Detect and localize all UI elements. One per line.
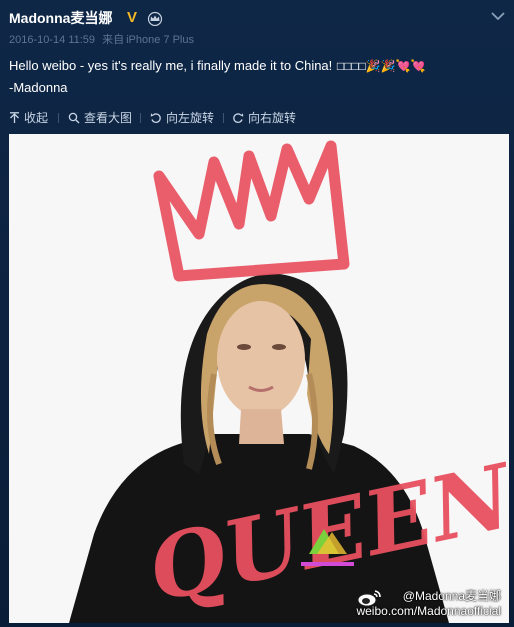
post-text-line1: Hello weibo - yes it's really me, i fina…	[9, 58, 333, 73]
weibo-post: Madonna麦当娜 V 2016-10-14 11:59 来自 iPhone 7…	[0, 0, 514, 627]
watermark-handle: @Madonna麦当娜	[402, 589, 501, 603]
magnifier-icon	[68, 112, 80, 124]
toolbar-divider	[140, 113, 141, 123]
view-large-label: 查看大图	[84, 111, 133, 125]
chevron-down-icon[interactable]	[490, 9, 506, 23]
rotate-left-label: 向左旋转	[166, 111, 215, 125]
image-toolbar: 收起 查看大图 向左旋转 向右旋转	[0, 106, 514, 130]
username-link[interactable]: Madonna麦当娜	[9, 9, 112, 27]
emoji-group: □□□□🎉🎉💘💘	[336, 59, 426, 73]
crown-icon[interactable]	[146, 11, 164, 26]
image-watermark: @Madonna麦当娜 weibo.com/Madonnaofficial	[356, 589, 501, 619]
collapse-label: 收起	[24, 111, 49, 125]
rotate-right-icon	[233, 113, 244, 123]
post-image[interactable]: QUEEN @Madonna麦当娜 weibo.com/Madonnaoffic…	[9, 134, 509, 623]
photo-illustration: QUEEN	[9, 134, 509, 623]
weibo-logo-icon	[357, 590, 382, 607]
toolbar-divider	[223, 113, 224, 123]
post-header: Madonna麦当娜 V	[9, 9, 506, 29]
post-text: Hello weibo - yes it's really me, i fina…	[9, 55, 502, 98]
collapse-button[interactable]: 收起	[9, 110, 48, 126]
rotate-left-icon	[150, 113, 161, 123]
post-meta: 2016-10-14 11:59 来自 iPhone 7 Plus	[9, 33, 194, 47]
timestamp-link[interactable]: 2016-10-14 11:59	[9, 34, 95, 46]
toolbar-divider	[58, 113, 59, 123]
post-text-line2: -Madonna	[9, 80, 68, 95]
rotate-right-button[interactable]: 向右旋转	[232, 110, 296, 126]
rotate-right-label: 向右旋转	[248, 111, 297, 125]
face	[217, 301, 305, 417]
verified-badge-icon[interactable]: V	[127, 10, 137, 26]
source-prefix: 来自	[102, 34, 125, 46]
collapse-icon	[10, 112, 19, 123]
rotate-left-button[interactable]: 向左旋转	[150, 110, 214, 126]
source-link[interactable]: iPhone 7 Plus	[126, 34, 194, 46]
view-large-button[interactable]: 查看大图	[68, 110, 132, 126]
